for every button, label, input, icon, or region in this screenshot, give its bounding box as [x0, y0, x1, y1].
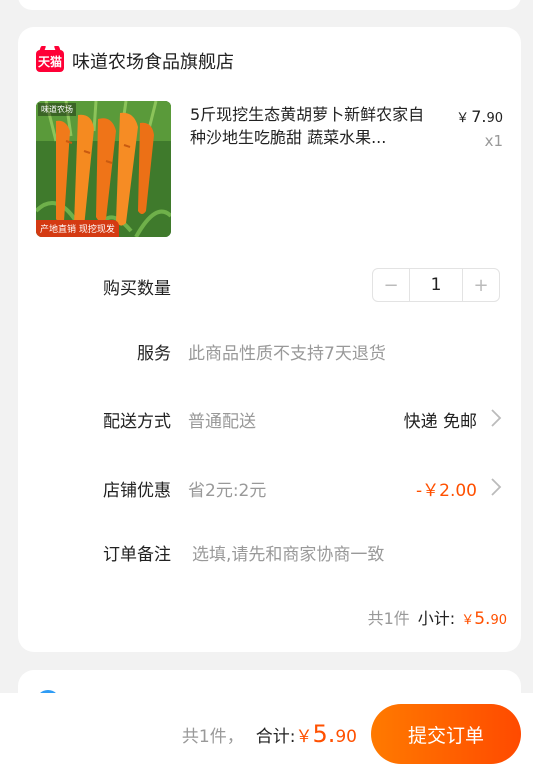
carrot-illustration	[36, 101, 171, 237]
total-label: 合计:	[255, 726, 296, 747]
discount-value[interactable]: 省2元:2元	[188, 476, 266, 501]
decrement-button[interactable]: −	[373, 269, 409, 301]
product-price: ￥ 7.90	[456, 107, 503, 126]
subtotal-count: 共1件	[367, 609, 410, 628]
submit-order-button[interactable]: 提交订单	[371, 704, 521, 764]
checkout-bar: 共1件， 合计: ￥5.90 提交订单	[0, 693, 533, 775]
note-label: 订单备注	[103, 545, 171, 565]
quantity-value[interactable]: 1	[409, 269, 463, 301]
total-amount: ￥5.90	[295, 720, 357, 748]
note-input[interactable]: 选填,请先和商家协商一致	[192, 540, 384, 565]
delivery-value[interactable]: 普通配送	[188, 407, 256, 432]
product-image[interactable]: 味道农场 产地直销 现挖现发	[36, 101, 171, 237]
shop-name: 味道农场食品旗舰店	[72, 52, 234, 73]
order-card: 天猫 味道农场食品旗舰店 味道农场 产地直销 现挖现发 5斤现挖生态黄胡萝卜新鲜…	[18, 27, 521, 652]
subtotal-label: 小计:	[417, 609, 456, 628]
chevron-right-icon[interactable]	[489, 408, 503, 428]
product-quantity: x1	[484, 132, 503, 150]
tmall-icon: 天猫	[36, 50, 64, 72]
subtotal-amount: ￥5.90	[461, 609, 507, 629]
subtotal: 共1件 小计: ￥5.90	[368, 605, 507, 629]
chevron-right-icon[interactable]	[489, 477, 503, 497]
previous-card	[18, 0, 521, 10]
discount-amount[interactable]: -￥2.00	[416, 476, 477, 501]
increment-button[interactable]: +	[463, 269, 499, 301]
quantity-stepper: − 1 +	[372, 268, 500, 302]
shop-header[interactable]: 天猫 味道农场食品旗舰店	[36, 47, 234, 75]
service-label: 服务	[137, 344, 171, 364]
product-title[interactable]: 5斤现挖生态黄胡萝卜新鲜农家自种沙地生吃脆甜 蔬菜水果...	[190, 103, 440, 149]
quantity-label: 购买数量	[103, 279, 171, 299]
delivery-option[interactable]: 快递 免邮	[404, 407, 477, 432]
order-confirm-page: 天猫 味道农场食品旗舰店 味道农场 产地直销 现挖现发 5斤现挖生态黄胡萝卜新鲜…	[0, 0, 533, 775]
service-value: 此商品性质不支持7天退货	[188, 344, 386, 364]
discount-label: 店铺优惠	[103, 481, 171, 501]
delivery-label: 配送方式	[103, 412, 171, 432]
image-promo-label: 产地直销 现挖现发	[36, 220, 119, 237]
total-count: 共1件，	[181, 726, 244, 747]
image-brand-label: 味道农场	[38, 103, 76, 116]
